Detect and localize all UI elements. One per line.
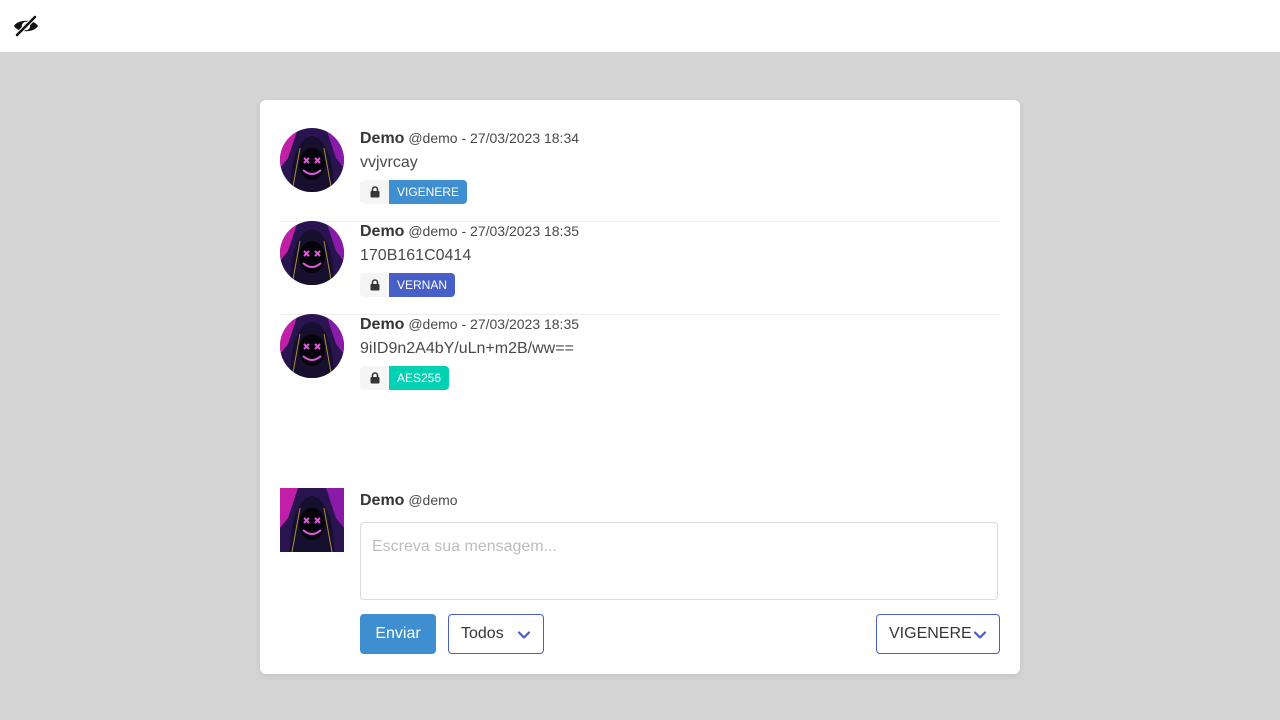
post-timestamp: 27/03/2023 18:34 xyxy=(470,130,580,146)
avatar[interactable] xyxy=(280,221,344,285)
user-handle: @demo xyxy=(408,223,458,239)
post-message: 170B161C0414 xyxy=(360,247,472,264)
post-item: Demo @demo - 27/03/2023 18:35 170B161C04… xyxy=(280,221,1000,315)
user-name[interactable]: Demo xyxy=(360,223,404,240)
lock-icon xyxy=(370,186,379,198)
post-message: 9iID9n2A4bY/uLn+m2B/ww== xyxy=(360,340,574,357)
post-meta: Demo @demo - 27/03/2023 18:34 xyxy=(360,130,579,148)
feed-card: Demo @demo - 27/03/2023 18:34 vvjvrcay V… xyxy=(260,100,1020,674)
lock-tag[interactable] xyxy=(360,366,389,390)
message-input[interactable] xyxy=(360,522,998,600)
post-item: Demo @demo - 27/03/2023 18:34 vvjvrcay V… xyxy=(280,128,1000,222)
algorithm-select[interactable]: VIGENERE xyxy=(876,614,1000,654)
algorithm-tag: AES256 xyxy=(389,366,450,390)
algorithm-select-value: VIGENERE xyxy=(889,625,972,642)
algorithm-tag: VERNAN xyxy=(389,273,456,297)
audience-select[interactable]: Todos xyxy=(448,614,544,654)
post-meta: Demo @demo - 27/03/2023 18:35 xyxy=(360,316,579,334)
meta-separator: - xyxy=(461,130,467,146)
algorithm-tag: VIGENERE xyxy=(389,180,468,204)
eye-slash-icon[interactable] xyxy=(12,14,40,38)
top-navbar xyxy=(0,0,1280,52)
audience-select-value: Todos xyxy=(461,625,504,642)
user-handle: @demo xyxy=(408,492,458,508)
post-meta: Demo @demo - 27/03/2023 18:35 xyxy=(360,223,579,241)
send-button[interactable]: Enviar xyxy=(360,614,436,654)
chevron-down-icon xyxy=(517,631,531,639)
meta-separator: - xyxy=(461,316,467,332)
lock-icon xyxy=(370,279,379,291)
meta-separator: - xyxy=(461,223,467,239)
post-timestamp: 27/03/2023 18:35 xyxy=(470,316,580,332)
user-name[interactable]: Demo xyxy=(360,316,404,333)
post-timestamp: 27/03/2023 18:35 xyxy=(470,223,580,239)
composer-user: Demo @demo xyxy=(360,492,458,510)
avatar xyxy=(280,488,344,552)
post-tags: VERNAN xyxy=(360,273,456,297)
post-message: vvjvrcay xyxy=(360,154,418,171)
user-name: Demo xyxy=(360,492,405,509)
user-handle: @demo xyxy=(408,316,458,332)
avatar[interactable] xyxy=(280,128,344,192)
lock-tag[interactable] xyxy=(360,180,389,204)
user-name[interactable]: Demo xyxy=(360,130,404,147)
post-tags: AES256 xyxy=(360,366,450,390)
lock-tag[interactable] xyxy=(360,273,389,297)
avatar[interactable] xyxy=(280,314,344,378)
user-handle: @demo xyxy=(408,130,458,146)
chevron-down-icon xyxy=(973,631,987,639)
lock-icon xyxy=(370,372,379,384)
post-item: Demo @demo - 27/03/2023 18:35 9iID9n2A4b… xyxy=(280,314,1000,407)
post-tags: VIGENERE xyxy=(360,180,468,204)
